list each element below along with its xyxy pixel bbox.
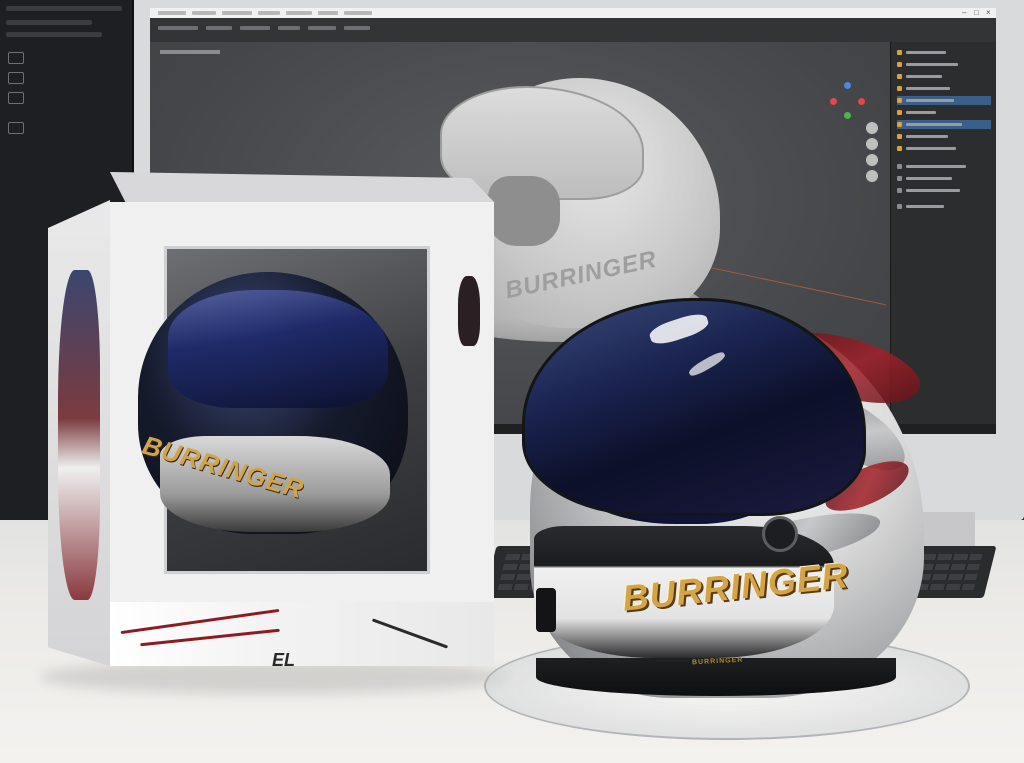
boxed-helmet-visor [168, 290, 388, 408]
secondary-monitor-bar [6, 32, 102, 37]
helmet-visor [522, 298, 866, 516]
viewport-tools [866, 122, 880, 186]
toolbar-button[interactable] [240, 26, 270, 30]
outliner-row[interactable] [897, 48, 991, 57]
toolbar-button[interactable] [278, 26, 300, 30]
outliner-row[interactable] [897, 72, 991, 81]
menu-item[interactable] [258, 11, 280, 15]
visor-highlight [647, 310, 711, 348]
chin-vent [536, 588, 556, 632]
box-front-code: EL [272, 650, 296, 670]
outliner-row[interactable] [897, 162, 991, 171]
close-icon[interactable]: × [986, 9, 993, 17]
gizmo-y-icon[interactable] [844, 112, 851, 119]
zoom-icon[interactable] [866, 122, 878, 134]
menu-item[interactable] [344, 11, 372, 15]
layer-icon [8, 72, 24, 84]
toolbar-button[interactable] [344, 26, 370, 30]
outliner-row[interactable] [897, 144, 991, 153]
menu-item[interactable] [222, 11, 252, 15]
outliner-row[interactable] [897, 132, 991, 141]
outliner-row[interactable] [897, 202, 991, 211]
toolbar-button[interactable] [308, 26, 336, 30]
box-side-panel [48, 200, 110, 666]
menu-bar: – □ × [150, 8, 996, 18]
visor-highlight [687, 349, 727, 379]
maximize-icon[interactable]: □ [974, 9, 981, 17]
outliner-row[interactable] [897, 84, 991, 93]
layer-icon [8, 92, 24, 104]
motorcycle-helmet: BURRINGER BURRINGER [522, 298, 928, 702]
secondary-monitor-bar [6, 20, 92, 25]
box-side-logo [458, 276, 480, 346]
outliner-row[interactable] [897, 108, 991, 117]
outliner-row-selected[interactable] [897, 120, 991, 129]
layer-icon [8, 122, 24, 134]
secondary-monitor-bar [6, 6, 122, 11]
menu-item[interactable] [192, 11, 216, 15]
minimize-icon[interactable]: – [962, 9, 969, 17]
layer-icon [8, 52, 24, 64]
box-top [110, 172, 494, 202]
toolbar [150, 18, 996, 43]
camera-icon[interactable] [866, 154, 878, 166]
visor-pivot [762, 516, 798, 552]
gizmo-z-icon[interactable] [844, 82, 851, 89]
gizmo-x-icon[interactable] [830, 98, 837, 105]
gizmo-x-icon[interactable] [858, 98, 865, 105]
viewport-label [160, 50, 220, 54]
product-scene: – □ × BURRINGER EL BURRINGER BURRINGER B… [0, 0, 1024, 763]
outliner-row[interactable] [897, 60, 991, 69]
menu-item[interactable] [318, 11, 338, 15]
menu-item[interactable] [286, 11, 312, 15]
pan-icon[interactable] [866, 138, 878, 150]
navigation-gizmo[interactable] [830, 82, 866, 119]
model-face-opening [488, 176, 560, 246]
perspective-icon[interactable] [866, 170, 878, 182]
outliner-row-selected[interactable] [897, 96, 991, 105]
toolbar-button[interactable] [158, 26, 198, 30]
menu-item[interactable] [158, 11, 186, 15]
box-side-graphic [58, 270, 100, 600]
box-graphic-strip [110, 602, 494, 666]
outliner-row[interactable] [897, 174, 991, 183]
outliner-row[interactable] [897, 186, 991, 195]
toolbar-button[interactable] [206, 26, 232, 30]
